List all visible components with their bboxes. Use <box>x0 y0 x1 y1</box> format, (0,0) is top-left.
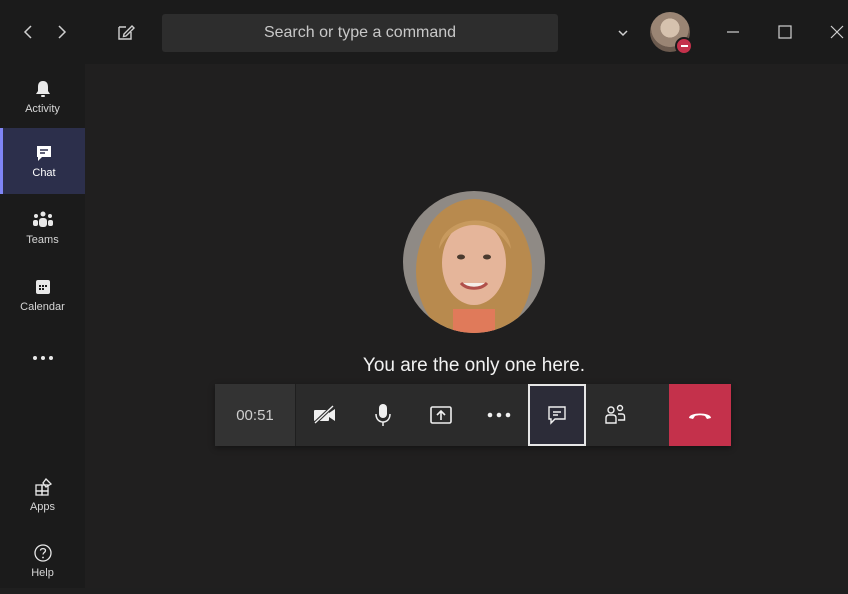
new-chat-button[interactable] <box>114 20 138 44</box>
show-participants-button[interactable] <box>586 384 644 446</box>
back-button[interactable] <box>18 20 38 44</box>
forward-button[interactable] <box>52 20 72 44</box>
search-input[interactable]: Search or type a command <box>162 14 558 52</box>
minimize-icon <box>727 31 739 33</box>
rail-item-chat[interactable]: Chat <box>0 128 85 194</box>
apps-icon <box>34 478 52 496</box>
chevron-down-icon <box>618 30 628 37</box>
microphone-icon <box>375 404 391 426</box>
rail-item-apps[interactable]: Apps <box>0 462 85 528</box>
close-icon <box>830 25 844 39</box>
maximize-button[interactable] <box>773 20 797 44</box>
app-rail: Activity Chat Teams Calendar Apps Help <box>0 64 85 588</box>
help-icon <box>33 544 52 562</box>
rail-item-label: Chat <box>32 167 56 179</box>
chat-icon <box>37 146 51 161</box>
account-menu-button[interactable] <box>614 24 632 42</box>
teams-icon <box>32 211 53 227</box>
profile-avatar[interactable] <box>650 12 693 55</box>
minimize-button[interactable] <box>721 20 745 44</box>
participants-icon <box>605 404 626 424</box>
title-bar: Search or type a command <box>0 0 848 64</box>
chevron-left-icon <box>23 25 32 39</box>
search-placeholder: Search or type a command <box>263 24 457 41</box>
rail-item-label: Activity <box>25 103 60 115</box>
rail-item-help[interactable]: Help <box>0 528 85 594</box>
chat-bubble-icon <box>548 406 566 425</box>
camera-off-icon <box>313 405 335 425</box>
share-screen-button[interactable] <box>412 384 470 446</box>
hang-up-button[interactable] <box>669 384 731 446</box>
share-screen-icon <box>430 406 452 424</box>
camera-toggle-button[interactable] <box>296 384 354 446</box>
avatar <box>403 191 545 333</box>
mic-toggle-button[interactable] <box>354 384 412 446</box>
do-not-disturb-icon <box>675 37 693 55</box>
compose-icon <box>118 25 135 40</box>
more-actions-button[interactable] <box>470 384 528 446</box>
rail-item-label: Teams <box>26 234 59 246</box>
call-timer: 00:51 <box>215 384 296 446</box>
show-conversation-button[interactable] <box>528 384 586 446</box>
rail-item-teams[interactable]: Teams <box>0 195 85 261</box>
caller-avatar <box>403 191 545 333</box>
rail-item-label: Help <box>31 567 54 579</box>
rail-item-label: Calendar <box>20 301 65 313</box>
rail-item-calendar[interactable]: Calendar <box>0 262 85 328</box>
rail-item-activity[interactable]: Activity <box>0 64 85 130</box>
call-controls-bar: 00:51 <box>215 384 731 446</box>
maximize-icon <box>778 25 792 39</box>
chevron-right-icon <box>58 25 67 39</box>
more-horizontal-icon <box>487 412 511 418</box>
calendar-icon <box>35 280 50 294</box>
bell-icon <box>35 81 50 97</box>
call-status-text: You are the only one here. <box>362 355 586 376</box>
rail-item-label: Apps <box>29 501 56 513</box>
phone-hangup-icon <box>689 413 711 419</box>
close-button[interactable] <box>825 20 848 44</box>
